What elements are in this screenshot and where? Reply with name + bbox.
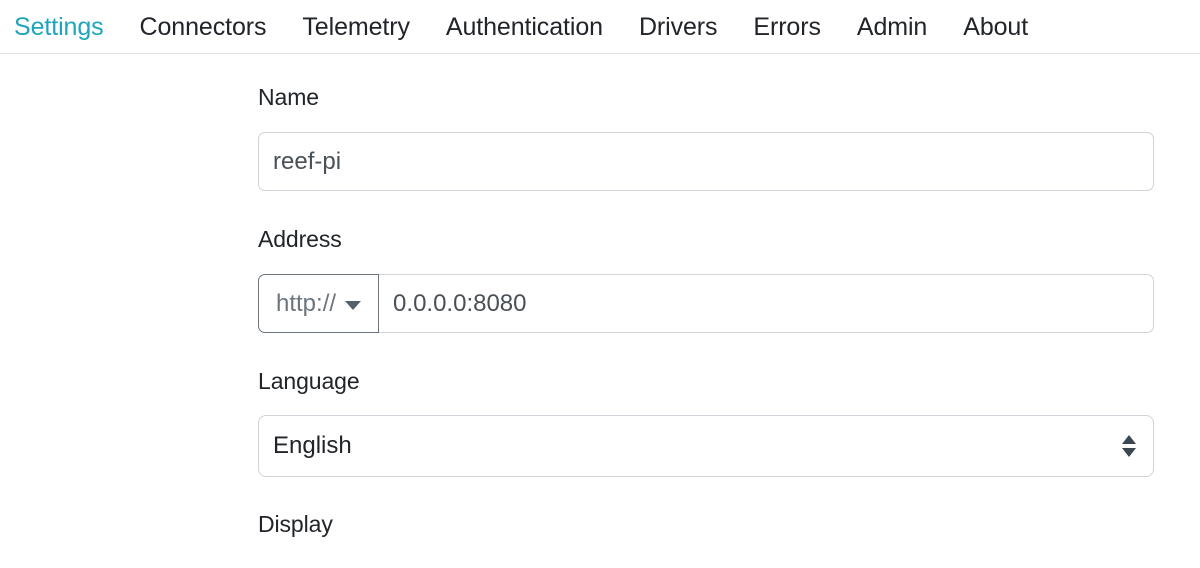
address-label: Address: [258, 226, 342, 252]
nav-item-admin[interactable]: Admin: [839, 12, 945, 42]
name-label: Name: [258, 84, 319, 110]
chevron-down-icon: [345, 301, 362, 310]
nav-item-telemetry[interactable]: Telemetry: [284, 12, 427, 42]
main-navbar: Settings Connectors Telemetry Authentica…: [0, 0, 1200, 54]
nav-item-errors[interactable]: Errors: [735, 12, 838, 42]
nav-item-authentication[interactable]: Authentication: [428, 12, 621, 42]
address-scheme-label: http://: [276, 289, 337, 317]
address-input-group: http://: [258, 274, 1154, 333]
display-field-group: Display: [258, 510, 333, 538]
language-select[interactable]: English: [258, 415, 1154, 477]
nav-item-settings[interactable]: Settings: [12, 12, 122, 42]
display-label: Display: [258, 511, 333, 537]
address-scheme-prepend: http://: [258, 274, 380, 333]
language-field-group: Language: [258, 367, 360, 395]
language-select-wrapper: English: [258, 415, 1154, 477]
name-input[interactable]: [258, 132, 1154, 191]
nav-item-about[interactable]: About: [945, 12, 1046, 42]
address-field-group: Address: [258, 225, 342, 253]
nav-item-drivers[interactable]: Drivers: [621, 12, 735, 42]
name-input-wrapper: [258, 132, 1154, 191]
name-field-group: Name: [258, 83, 319, 111]
address-scheme-dropdown-button[interactable]: http://: [258, 274, 380, 333]
nav-item-connectors[interactable]: Connectors: [122, 12, 285, 42]
settings-page: Settings Connectors Telemetry Authentica…: [0, 0, 1200, 568]
language-label: Language: [258, 368, 360, 394]
address-input[interactable]: [378, 274, 1154, 333]
